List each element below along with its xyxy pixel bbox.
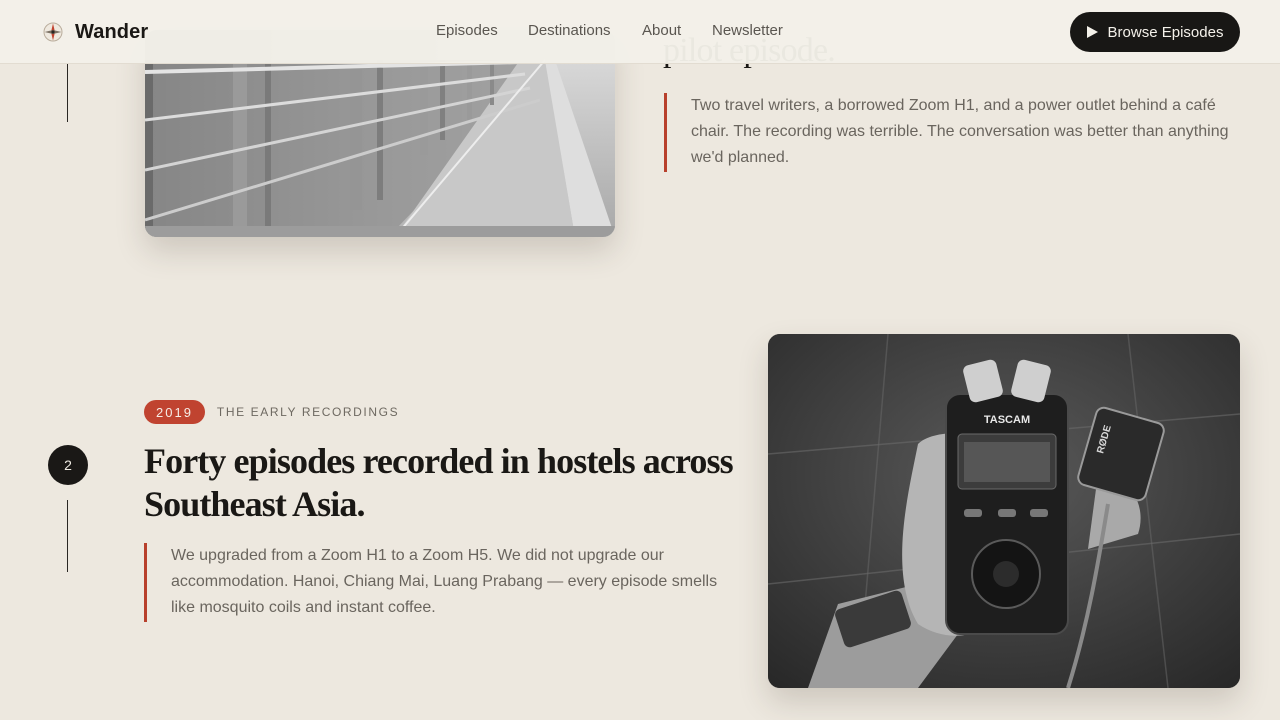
nav-link-destinations[interactable]: Destinations [528, 22, 611, 39]
browse-episodes-label: Browse Episodes [1107, 23, 1224, 41]
year-badge: 2019 [144, 400, 205, 424]
section-2-quote: We upgraded from a Zoom H1 to a Zoom H5.… [144, 543, 734, 622]
recorder-brand-text: TASCAM [984, 414, 1030, 426]
timeline-spine-segment-1 [67, 64, 68, 122]
timeline-spine-segment-2 [67, 500, 68, 572]
section-2-meta: 2019 THE EARLY RECORDINGS [144, 400, 399, 424]
top-navigation-bar: Wander Episodes Destinations About Newsl… [0, 0, 1280, 64]
section-2-heading: Forty episodes recorded in hostels acros… [144, 441, 734, 524]
compass-icon [43, 22, 63, 42]
brand-home-link[interactable]: Wander [42, 18, 148, 46]
brand-name: Wander [75, 20, 149, 43]
play-icon [1086, 26, 1098, 38]
nav-link-about[interactable]: About [642, 22, 681, 39]
section-1-quote: Two travel writers, a borrowed Zoom H1, … [664, 93, 1244, 172]
nav-link-newsletter[interactable]: Newsletter [712, 22, 783, 39]
browse-episodes-button[interactable]: Browse Episodes [1070, 12, 1240, 52]
audio-recorder-photo: TASCAM RØDE [768, 334, 1240, 688]
nav-link-episodes[interactable]: Episodes [436, 22, 498, 39]
timeline-step-marker: 2 [48, 445, 88, 485]
era-label: THE EARLY RECORDINGS [216, 405, 400, 419]
